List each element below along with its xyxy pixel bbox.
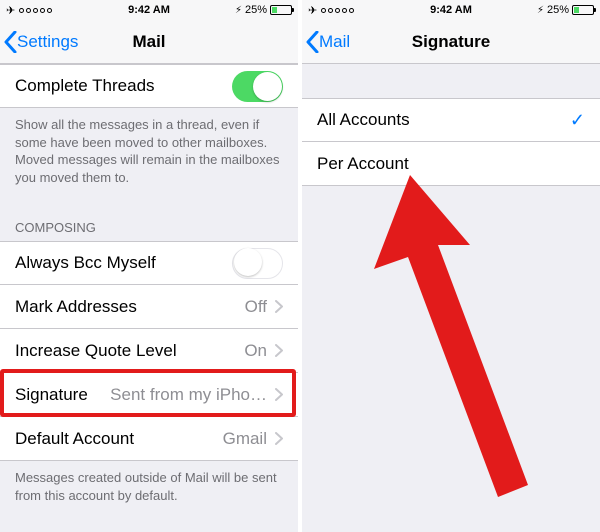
battery-icon <box>572 5 594 15</box>
signature-settings-screen: ✈︎ 9:42 AM ⚡︎ 25% Mail Signature All Acc… <box>302 0 600 532</box>
complete-threads-footer: Show all the messages in a thread, even … <box>0 108 298 202</box>
signature-value: Sent from my iPho… <box>110 385 267 405</box>
always-bcc-toggle[interactable] <box>232 248 283 279</box>
per-account-row[interactable]: Per Account <box>302 142 600 186</box>
status-time: 9:42 AM <box>0 4 298 16</box>
complete-threads-label: Complete Threads <box>15 76 155 96</box>
increase-quote-label: Increase Quote Level <box>15 341 177 361</box>
all-accounts-label: All Accounts <box>317 110 410 130</box>
always-bcc-label: Always Bcc Myself <box>15 253 156 273</box>
mark-addresses-row[interactable]: Mark Addresses Off <box>0 285 298 329</box>
chevron-left-icon <box>4 31 17 53</box>
chevron-right-icon <box>275 300 283 313</box>
default-account-footer: Messages created outside of Mail will be… <box>0 461 298 520</box>
per-account-label: Per Account <box>317 154 409 174</box>
status-bar: ✈︎ 9:42 AM ⚡︎ 25% <box>0 0 298 20</box>
back-label: Mail <box>319 32 350 52</box>
default-account-value: Gmail <box>223 429 267 449</box>
checkmark-icon: ✓ <box>570 110 585 131</box>
nav-bar: Mail Signature <box>302 20 600 64</box>
increase-quote-row[interactable]: Increase Quote Level On <box>0 329 298 373</box>
all-accounts-row[interactable]: All Accounts ✓ <box>302 98 600 142</box>
increase-quote-value: On <box>244 341 267 361</box>
back-label: Settings <box>17 32 78 52</box>
mark-addresses-value: Off <box>245 297 267 317</box>
always-bcc-row[interactable]: Always Bcc Myself <box>0 241 298 285</box>
signature-row[interactable]: Signature Sent from my iPho… <box>0 373 298 417</box>
chevron-right-icon <box>275 344 283 357</box>
chevron-right-icon <box>275 388 283 401</box>
back-to-settings-button[interactable]: Settings <box>0 31 78 53</box>
default-account-row[interactable]: Default Account Gmail <box>0 417 298 461</box>
composing-header: COMPOSING <box>0 202 298 241</box>
status-time: 9:42 AM <box>302 4 600 16</box>
mark-addresses-label: Mark Addresses <box>15 297 137 317</box>
complete-threads-row[interactable]: Complete Threads <box>0 64 298 108</box>
chevron-left-icon <box>306 31 319 53</box>
complete-threads-toggle[interactable] <box>232 71 283 102</box>
chevron-right-icon <box>275 432 283 445</box>
status-bar: ✈︎ 9:42 AM ⚡︎ 25% <box>302 0 600 20</box>
signature-label: Signature <box>15 385 88 405</box>
mail-settings-screen: ✈︎ 9:42 AM ⚡︎ 25% Settings Mail Complete… <box>0 0 298 532</box>
default-account-label: Default Account <box>15 429 134 449</box>
battery-icon <box>270 5 292 15</box>
back-to-mail-button[interactable]: Mail <box>302 31 350 53</box>
nav-bar: Settings Mail <box>0 20 298 64</box>
